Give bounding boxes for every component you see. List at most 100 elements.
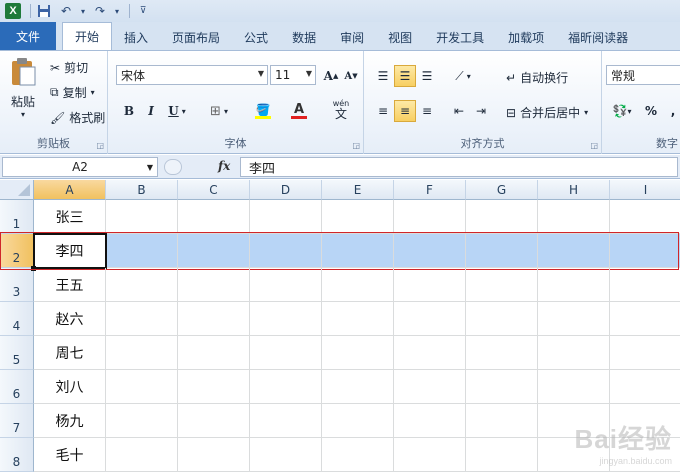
cell-a8[interactable]: 毛十 [34,438,106,472]
cell-g1[interactable] [466,200,538,234]
cell-d5[interactable] [250,336,322,370]
formula-input[interactable]: 李四 [240,157,678,177]
cell-h3[interactable] [538,268,610,302]
align-middle-button[interactable]: ☰ [394,65,416,87]
percent-button[interactable]: % [640,100,662,122]
cell-b8[interactable] [106,438,178,472]
cell-i4[interactable] [610,302,680,336]
cell-e7[interactable] [322,404,394,438]
cell-c1[interactable] [178,200,250,234]
shrink-font-button[interactable]: A ▼ [340,65,362,87]
cell-h6[interactable] [538,370,610,404]
dialog-launcher-icon[interactable]: ◲ [590,141,598,150]
comma-button[interactable]: , [662,100,680,122]
cell-i5[interactable] [610,336,680,370]
tab-page-layout[interactable]: 页面布局 [160,24,232,50]
column-header-c[interactable]: C [178,180,250,200]
increase-indent-button[interactable]: ⇥ [470,100,492,122]
tab-home[interactable]: 开始 [62,22,113,50]
customize-qat-button[interactable]: ⊽ [134,2,152,20]
tab-foxit-reader[interactable]: 福昕阅读器 [556,24,640,50]
column-header-b[interactable]: B [106,180,178,200]
number-format-combo[interactable]: 常规 [606,65,680,85]
underline-button[interactable]: U ▾ [162,100,192,122]
cell-f6[interactable] [394,370,466,404]
cell-i1[interactable] [610,200,680,234]
tab-formulas[interactable]: 公式 [232,24,280,50]
cell-a7[interactable]: 杨九 [34,404,106,438]
tab-insert[interactable]: 插入 [112,24,160,50]
merge-center-button[interactable]: ⊟ 合并后居中 ▾ [506,104,588,121]
worksheet-grid[interactable]: ABCDEFGHI 12345678 张三 李四 王五 赵六 周七 刘八 杨九 毛十 Bai经… [0,180,680,472]
cell-c6[interactable] [178,370,250,404]
align-left-button[interactable]: ≡ [372,100,394,122]
align-top-button[interactable]: ☰ [372,65,394,87]
borders-button[interactable]: ⊞ ▾ [204,100,234,122]
orientation-button[interactable]: ⟋ ▾ [448,65,478,87]
align-center-button[interactable]: ≡ [394,100,416,122]
column-header-h[interactable]: H [538,180,610,200]
align-right-button[interactable]: ≡ [416,100,438,122]
save-button[interactable] [35,2,53,20]
formula-bar-resize-handle[interactable] [164,159,182,175]
tab-data[interactable]: 数据 [280,24,328,50]
cell-a5[interactable]: 周七 [34,336,106,370]
tab-file[interactable]: 文件 [0,22,56,50]
grow-font-button[interactable]: A ▲ [320,65,342,87]
row-header-7[interactable]: 7 [0,404,34,438]
row-header-8[interactable]: 8 [0,438,34,472]
font-color-button[interactable]: A [284,100,314,122]
cell-a1[interactable]: 张三 [34,200,106,234]
cell-f3[interactable] [394,268,466,302]
cell-h1[interactable] [538,200,610,234]
cell-i6[interactable] [610,370,680,404]
cell-a3[interactable]: 王五 [34,268,106,302]
insert-function-button[interactable]: fx [218,159,230,173]
column-header-e[interactable]: E [322,180,394,200]
cell-e3[interactable] [322,268,394,302]
italic-button[interactable]: I [140,100,162,122]
name-box[interactable]: A2 ▼ [2,157,158,177]
cell-d8[interactable] [250,438,322,472]
row-header-4[interactable]: 4 [0,302,34,336]
cell-f7[interactable] [394,404,466,438]
select-all-button[interactable] [0,180,34,200]
cell-f1[interactable] [394,200,466,234]
cell-d4[interactable] [250,302,322,336]
cell-i3[interactable] [610,268,680,302]
undo-button[interactable]: ↶ [57,2,75,20]
tab-addins[interactable]: 加载项 [496,24,556,50]
cell-a4[interactable]: 赵六 [34,302,106,336]
cell-b1[interactable] [106,200,178,234]
cell-b6[interactable] [106,370,178,404]
cell-c4[interactable] [178,302,250,336]
cell-d1[interactable] [250,200,322,234]
cell-h4[interactable] [538,302,610,336]
cell-h5[interactable] [538,336,610,370]
decrease-indent-button[interactable]: ⇤ [448,100,470,122]
cell-g8[interactable] [466,438,538,472]
cell-f5[interactable] [394,336,466,370]
cell-b4[interactable] [106,302,178,336]
format-painter-button[interactable]: 🖌 格式刷 [50,109,105,126]
cell-a6[interactable]: 刘八 [34,370,106,404]
paste-button[interactable]: 粘贴 ▾ [6,57,40,119]
cell-e6[interactable] [322,370,394,404]
cell-f8[interactable] [394,438,466,472]
font-size-combo[interactable]: 11 ▼ [270,65,316,85]
cell-d7[interactable] [250,404,322,438]
cell-e8[interactable] [322,438,394,472]
cell-g7[interactable] [466,404,538,438]
copy-button[interactable]: ⧉ 复制 ▾ [50,84,95,101]
cell-c3[interactable] [178,268,250,302]
tab-view[interactable]: 视图 [376,24,424,50]
cell-g5[interactable] [466,336,538,370]
cell-c8[interactable] [178,438,250,472]
wrap-text-button[interactable]: ↵ 自动换行 [506,69,568,86]
cell-c7[interactable] [178,404,250,438]
row-header-6[interactable]: 6 [0,370,34,404]
tab-review[interactable]: 审阅 [328,24,376,50]
cell-d6[interactable] [250,370,322,404]
dialog-launcher-icon[interactable]: ◲ [96,141,104,150]
cell-b7[interactable] [106,404,178,438]
